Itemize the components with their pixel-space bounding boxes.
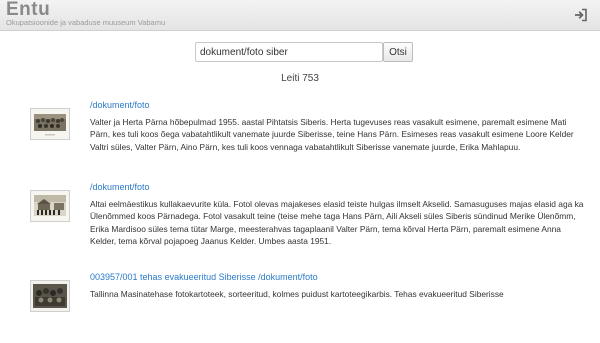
result-description: Altai eelmäestikus kullakaevurite küla. … (90, 199, 584, 247)
result-description: Tallinna Masinatehase fotokartoteek, sor… (90, 289, 504, 299)
top-navbar: Entu Okupatsioonide ja vabaduse muuseum … (0, 0, 600, 31)
result-thumbnail[interactable] (30, 190, 70, 222)
sign-in-icon[interactable] (574, 8, 588, 22)
village-photo-thumbnail (31, 191, 69, 221)
result-thumbnail[interactable] (30, 280, 70, 312)
app-subtitle: Okupatsioonide ja vabaduse muuseum Vabam… (6, 18, 166, 27)
app-title[interactable]: Entu (6, 0, 50, 19)
result-link[interactable]: /dokument/foto (90, 100, 150, 110)
group-photo-thumbnail (31, 109, 69, 139)
result-link[interactable]: /dokument/foto (90, 182, 150, 192)
results-count: Leiti 753 (281, 73, 319, 84)
search-input[interactable] (195, 42, 383, 62)
result-thumbnail[interactable] (30, 108, 70, 140)
result-link[interactable]: 003957/001 tehas evakueeritud Siberisse … (90, 272, 318, 282)
search-button[interactable]: Otsi (383, 42, 413, 62)
factory-photo-thumbnail (31, 281, 69, 311)
result-description: Valter ja Herta Pärna hõbepulmad 1955. a… (90, 117, 574, 152)
